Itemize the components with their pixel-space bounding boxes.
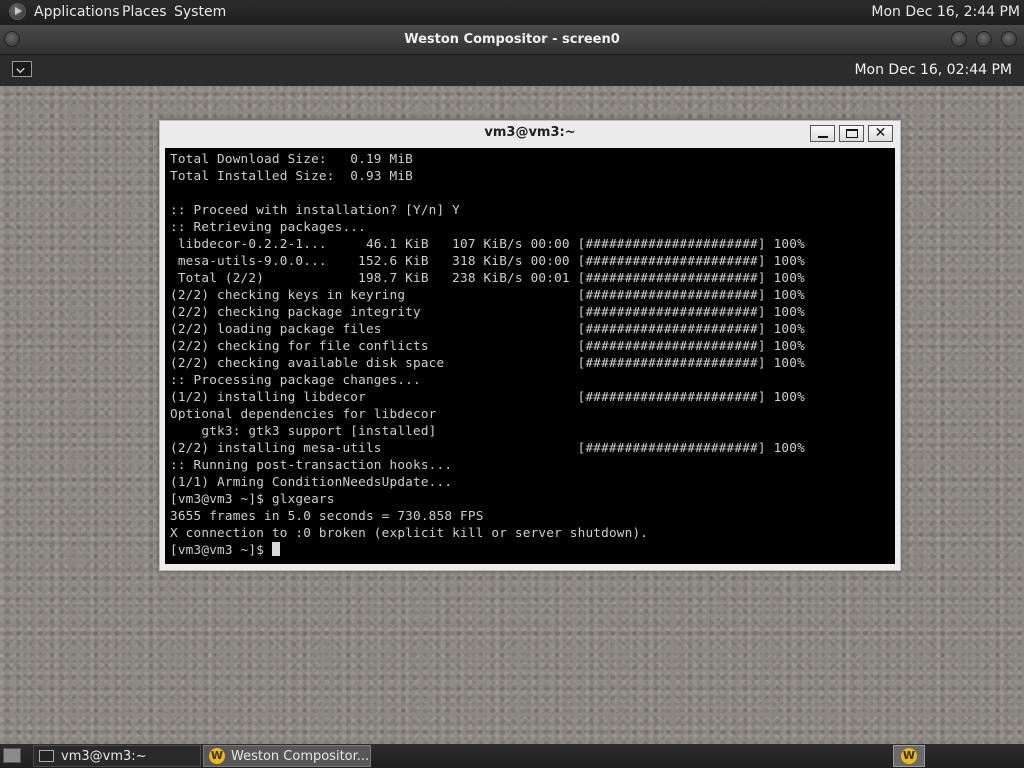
terminal-line: (2/2) installing mesa-utils [###########… (170, 440, 805, 455)
weston-window-titlebar[interactable]: Weston Compositor - screen0 (0, 25, 1024, 55)
terminal-line: :: Processing package changes... (170, 372, 421, 387)
terminal-line: :: Retrieving packages... (170, 219, 366, 234)
terminal-launcher-icon[interactable] (12, 61, 32, 77)
applications-logo-icon[interactable] (9, 3, 26, 20)
terminal-line: (2/2) checking for file conflicts [#####… (170, 338, 805, 353)
terminal-title: vm3@vm3:~ (484, 125, 576, 140)
terminal-line: (2/2) checking available disk space [###… (170, 355, 805, 370)
weston-icon: W (209, 748, 225, 764)
terminal-minimize-button[interactable] (810, 125, 835, 142)
terminal-line: Total Download Size: 0.19 MiB (170, 151, 413, 166)
terminal-line: (1/2) installing libdecor [#############… (170, 389, 805, 404)
terminal-line: [vm3@vm3 ~]$ glxgears (170, 491, 335, 506)
terminal-maximize-button[interactable] (839, 125, 864, 142)
taskbar-item-label: vm3@vm3:~ (61, 749, 147, 764)
taskbar-item-label: Weston Compositor... (231, 749, 370, 764)
shell-prompt: [vm3@vm3 ~]$ (170, 542, 272, 557)
weston-icon: W (901, 748, 917, 764)
weston-shell-panel: Mon Dec 16, 02:44 PM (0, 55, 1024, 86)
terminal-line: X connection to :0 broken (explicit kill… (170, 525, 649, 540)
terminal-line: gtk3: gtk3 support [installed] (170, 423, 437, 438)
close-icon: ✕ (874, 125, 887, 141)
terminal-line: Total Installed Size: 0.93 MiB (170, 168, 413, 183)
terminal-line: Optional dependencies for libdecor (170, 406, 437, 421)
terminal-line: (2/2) checking package integrity [######… (170, 304, 805, 319)
terminal-line: (2/2) checking keys in keyring [########… (170, 287, 805, 302)
tray-weston-button[interactable]: W (893, 745, 925, 767)
system-menu[interactable]: System (174, 0, 226, 25)
terminal-output: Total Download Size: 0.19 MiB Total Inst… (170, 150, 805, 558)
terminal-line: 3655 frames in 5.0 seconds = 730.858 FPS (170, 508, 484, 523)
terminal-line: :: Proceed with installation? [Y/n] Y (170, 202, 461, 217)
terminal-line: mesa-utils-9.0.0... 152.6 KiB 318 KiB/s … (170, 253, 805, 268)
terminal-body[interactable]: Total Download Size: 0.19 MiB Total Inst… (165, 148, 895, 564)
applications-menu[interactable]: Applications (34, 0, 120, 25)
taskbar-item-weston[interactable]: W Weston Compositor... (203, 745, 371, 767)
terminal-line: Total (2/2) 198.7 KiB 238 KiB/s 00:01 [#… (170, 270, 805, 285)
weston-clock: Mon Dec 16, 02:44 PM (854, 62, 1012, 78)
weston-window-title: Weston Compositor - screen0 (404, 32, 620, 47)
text-cursor (271, 542, 280, 556)
terminal-line: (1/1) Arming ConditionNeedsUpdate... (170, 474, 453, 489)
show-desktop-icon[interactable] (3, 748, 21, 763)
close-button[interactable] (1001, 31, 1017, 47)
terminal-line: libdecor-0.2.2-1... 46.1 KiB 107 KiB/s 0… (170, 236, 805, 251)
bottom-panel: vm3@vm3:~ W Weston Compositor... W (0, 744, 1024, 768)
minimize-button[interactable] (951, 31, 967, 47)
terminal-line: :: Running post-transaction hooks... (170, 457, 453, 472)
panel-clock[interactable]: Mon Dec 16, 2:44 PM (871, 0, 1020, 25)
maximize-button[interactable] (976, 31, 992, 47)
taskbar-item-terminal[interactable]: vm3@vm3:~ (33, 745, 201, 767)
top-panel: Applications Places System Mon Dec 16, 2… (0, 0, 1024, 25)
places-menu[interactable]: Places (122, 0, 167, 25)
terminal-line: (2/2) loading package files [###########… (170, 321, 805, 336)
terminal-window[interactable]: vm3@vm3:~ ✕ Total Download Size: 0.19 Mi… (159, 120, 901, 571)
terminal-icon (39, 750, 54, 762)
terminal-close-button[interactable]: ✕ (868, 125, 893, 142)
